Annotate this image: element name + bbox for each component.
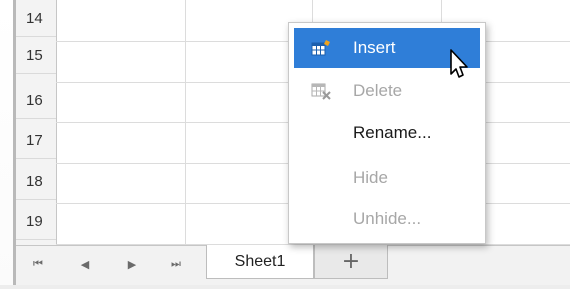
- sheet-tab-sheet1[interactable]: Sheet1: [206, 245, 314, 279]
- insert-sheet-icon: [311, 40, 330, 56]
- grid-column-line: [185, 0, 186, 245]
- menu-item-unhide[interactable]: Unhide...: [294, 199, 480, 239]
- menu-item-insert-label: Insert: [353, 38, 396, 57]
- menu-item-rename[interactable]: Rename...: [294, 113, 480, 153]
- row-header-14[interactable]: 14: [16, 0, 56, 37]
- delete-sheet-icon: [311, 83, 331, 100]
- row-header-15[interactable]: 15: [16, 37, 56, 74]
- menu-item-hide[interactable]: Hide: [294, 158, 480, 198]
- previous-sheet-button[interactable]: ◀: [75, 252, 95, 276]
- row-header-16[interactable]: 16: [16, 82, 56, 119]
- mouse-pointer-icon: [450, 49, 468, 78]
- menu-item-hide-label: Hide: [353, 168, 388, 187]
- row-header-18[interactable]: 18: [16, 163, 56, 200]
- next-sheet-button[interactable]: ▶: [122, 252, 142, 276]
- first-sheet-button[interactable]: ⏮: [28, 252, 48, 276]
- add-sheet-button[interactable]: +: [314, 245, 388, 279]
- last-sheet-button[interactable]: ⏭: [166, 252, 186, 276]
- row-header-19[interactable]: 19: [16, 203, 56, 240]
- menu-item-unhide-label: Unhide...: [353, 209, 422, 228]
- row-header-17[interactable]: 17: [16, 122, 56, 159]
- menu-item-rename-label: Rename...: [353, 123, 432, 142]
- window-bottom-border: [0, 285, 570, 289]
- menu-item-delete-label: Delete: [353, 81, 403, 100]
